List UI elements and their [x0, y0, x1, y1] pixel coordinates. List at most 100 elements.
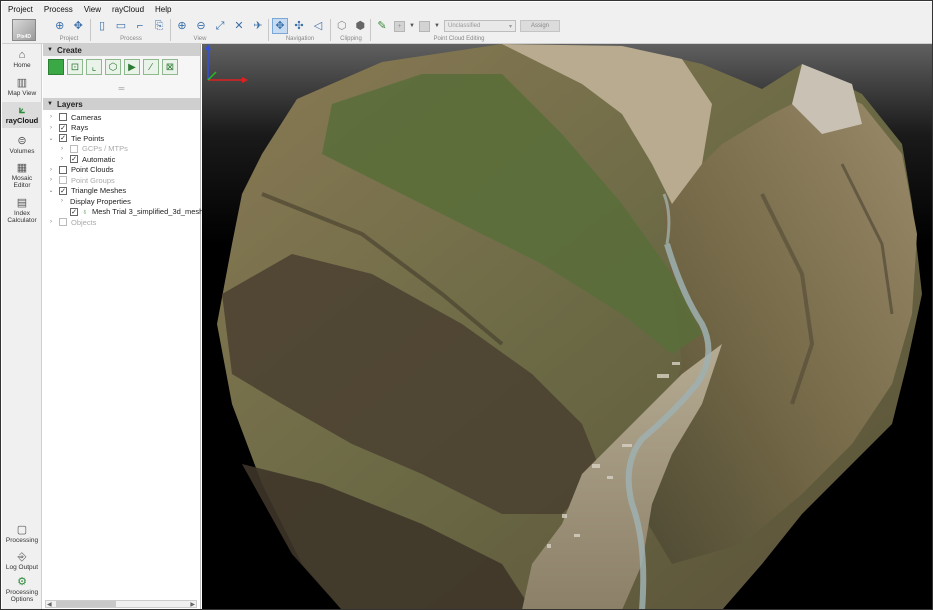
menu-project[interactable]: Project	[8, 5, 33, 14]
layer-label: GCPs / MTPs	[82, 144, 128, 154]
project-new-icon[interactable]: ⊕	[52, 18, 68, 34]
layer-label: Objects	[71, 217, 97, 227]
nav-mosaic-editor[interactable]: ▦ Mosaic Editor	[2, 162, 42, 189]
menu-raycloud[interactable]: rayCloud	[112, 5, 144, 14]
chevron-down-icon[interactable]: ▼	[409, 18, 415, 34]
y-axis-line	[207, 71, 217, 81]
layer-label: Point Groups	[71, 175, 115, 185]
menu-process[interactable]: Process	[44, 5, 73, 14]
layer-row[interactable]: ⌄ ✓ Triangle Meshes	[43, 186, 200, 197]
clipping-box-icon[interactable]: ⬡	[334, 18, 350, 34]
chevron-right-icon[interactable]: ›	[47, 167, 55, 173]
layers-header[interactable]: ▼ Layers	[43, 98, 200, 110]
nav-raycloud[interactable]: ⟀ rayCloud	[2, 102, 42, 128]
layer-checkbox[interactable]: ✓	[70, 207, 78, 216]
project-options-icon[interactable]: ✥	[71, 18, 87, 34]
toolbar-group-point-cloud-editing: ✎ + ▼ ▼ Unclassified ▾ Assign Point Clou…	[374, 18, 566, 44]
layer-label: Cameras	[71, 112, 102, 122]
process-step-icon[interactable]: ⌐	[132, 18, 148, 34]
layer-row[interactable]: ⌄ ✓ Tie Points	[43, 133, 200, 144]
layer-checkbox[interactable]: ✓	[70, 155, 78, 164]
perspective-icon[interactable]: ◁	[310, 18, 326, 34]
chevron-down-icon[interactable]: ⌄	[47, 187, 55, 194]
chevron-right-icon[interactable]: ›	[47, 114, 55, 120]
chevron-right-icon[interactable]: ›	[58, 156, 66, 162]
create-header[interactable]: ▼ Create	[43, 44, 200, 56]
create-measure-icon[interactable]: ∕	[143, 59, 159, 75]
zoom-in-icon[interactable]: ⊕	[174, 18, 190, 34]
nav-processing[interactable]: ▢ Processing	[2, 524, 42, 544]
layer-checkbox[interactable]: ✓	[59, 186, 67, 195]
chevron-right-icon[interactable]: ›	[47, 125, 55, 131]
volumes-icon: ⊜	[17, 135, 27, 147]
left-navigation: ⌂ Home ▥ Map View ⟀ rayCloud ⊜ Volumes ▦…	[2, 44, 42, 609]
view-axis-icon[interactable]: ✈	[250, 18, 266, 34]
create-polyline-icon[interactable]: ⊡	[67, 59, 83, 75]
layer-row[interactable]: › Objects	[43, 217, 200, 228]
create-volume-icon[interactable]: ⬡	[105, 59, 121, 75]
assign-button[interactable]: Assign	[520, 20, 560, 32]
layer-checkbox[interactable]	[59, 218, 67, 227]
trackball-navigation-icon[interactable]: ✥	[272, 18, 288, 34]
create-axis-icon[interactable]: ⌞	[86, 59, 102, 75]
pix4d-logo: Pix4D	[12, 19, 36, 41]
toolbar-group-project: ⊕ ✥ Project	[52, 18, 86, 44]
layer-row[interactable]: › Display Properties	[43, 196, 200, 207]
log-output-icon: ⎆	[17, 551, 27, 563]
layer-checkbox[interactable]: ✓	[59, 134, 67, 143]
process-file-icon[interactable]: ▯	[94, 18, 110, 34]
zoom-fit-icon[interactable]: ⤢	[212, 18, 228, 34]
layer-label: Automatic	[82, 154, 116, 164]
layer-checkbox[interactable]	[59, 176, 67, 185]
first-person-navigation-icon[interactable]: ✣	[291, 18, 307, 34]
nav-processing-options[interactable]: ⚙ Processing Options	[2, 576, 42, 603]
nav-home[interactable]: ⌂ Home	[2, 49, 42, 69]
layer-label: Mesh Trial 3_simplified_3d_mesh	[92, 207, 204, 217]
scrollbar-thumb[interactable]	[55, 601, 116, 607]
chevron-right-icon[interactable]: ▶	[190, 601, 195, 608]
panel-splitter[interactable]: ═	[43, 78, 200, 98]
chevron-down-icon[interactable]: ⌄	[47, 135, 55, 142]
menu-help[interactable]: Help	[155, 5, 171, 14]
create-orthoplane-icon[interactable]: ⊠	[162, 59, 178, 75]
layer-checkbox[interactable]	[70, 144, 78, 153]
add-selection-icon[interactable]: +	[394, 20, 405, 32]
nav-index-calculator[interactable]: ▤ Index Calculator	[2, 197, 42, 224]
layer-checkbox[interactable]	[59, 165, 67, 174]
create-video-icon[interactable]: ▶	[124, 59, 140, 75]
clipping-toggle-icon[interactable]: ⬢	[353, 18, 369, 34]
layer-row[interactable]: › ✓ Automatic	[43, 154, 200, 165]
nav-log-output[interactable]: ⎆ Log Output	[2, 551, 42, 571]
toolbar-group-label: Project	[59, 36, 79, 42]
z-axis-arrow	[205, 44, 211, 50]
horizontal-scrollbar[interactable]: ◀ ▶	[45, 600, 197, 608]
layer-row[interactable]: ✓ ♁ Mesh Trial 3_simplified_3d_mesh	[43, 207, 204, 218]
zoom-out-icon[interactable]: ⊖	[193, 18, 209, 34]
create-surface-icon[interactable]	[48, 59, 64, 75]
nav-map-view[interactable]: ▥ Map View	[2, 77, 42, 97]
chevron-right-icon[interactable]: ›	[58, 198, 66, 204]
layer-row[interactable]: › Cameras	[43, 112, 200, 123]
chevron-left-icon[interactable]: ◀	[47, 601, 52, 608]
x-axis-arrow	[242, 77, 248, 83]
class-select[interactable]: Unclassified ▾	[444, 20, 516, 32]
layer-checkbox[interactable]: ✓	[59, 123, 67, 132]
class-color-swatch[interactable]	[419, 20, 430, 32]
raycloud-3d-view[interactable]	[202, 44, 932, 609]
layer-row[interactable]: › GCPs / MTPs	[43, 144, 200, 155]
chevron-right-icon[interactable]: ›	[47, 219, 55, 225]
layer-row[interactable]: › ✓ Rays	[43, 123, 200, 134]
process-export-icon[interactable]: ⎘	[151, 18, 167, 34]
menu-view[interactable]: View	[84, 5, 101, 14]
chevron-down-icon[interactable]: ▼	[434, 18, 440, 34]
chevron-right-icon[interactable]: ›	[58, 146, 66, 152]
create-toolbar: ⊡ ⌞ ⬡ ▶ ∕ ⊠	[43, 56, 200, 78]
layer-row[interactable]: › Point Groups	[43, 175, 200, 186]
layer-row[interactable]: › Point Clouds	[43, 165, 200, 176]
layer-checkbox[interactable]	[59, 113, 67, 122]
nav-volumes[interactable]: ⊜ Volumes	[2, 135, 42, 155]
zoom-selection-icon[interactable]: ✕	[231, 18, 247, 34]
chevron-right-icon[interactable]: ›	[47, 177, 55, 183]
process-open-icon[interactable]: ▭	[113, 18, 129, 34]
edit-brush-icon[interactable]: ✎	[374, 18, 390, 34]
